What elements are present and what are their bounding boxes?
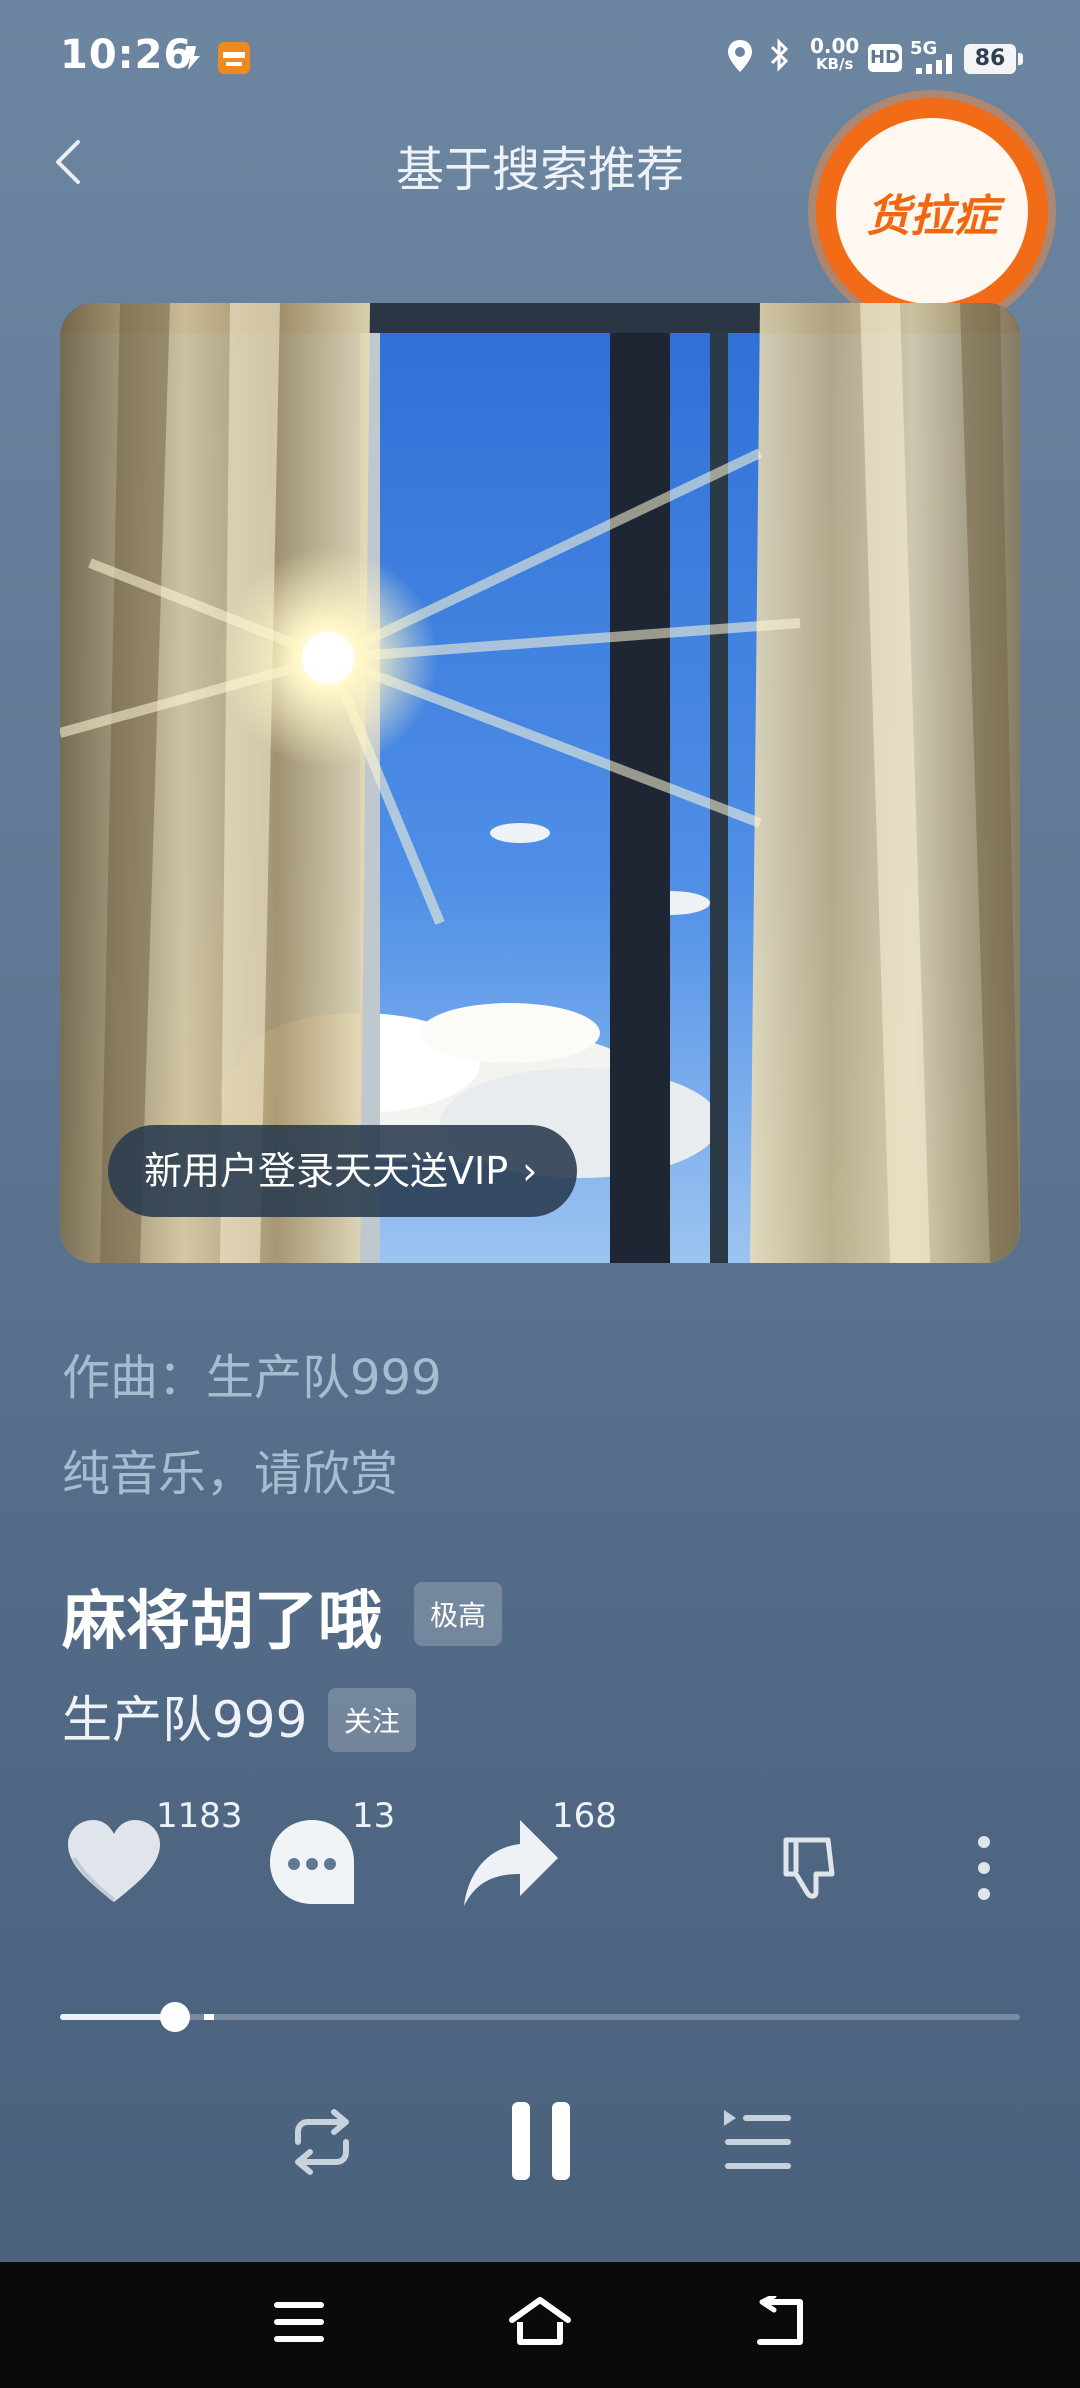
repeat-icon[interactable] [286, 2108, 358, 2176]
comment-icon[interactable] [268, 1818, 356, 1906]
vip-promo-banner[interactable]: 新用户登录天天送VIP › [108, 1125, 578, 1217]
song-title: 麻将胡了哦 [62, 1585, 382, 1659]
location-icon [728, 40, 752, 72]
vip-promo-text: 新用户登录天天送VIP [144, 1149, 509, 1193]
follow-button[interactable]: 关注 [328, 1688, 417, 1752]
share-icon[interactable] [462, 1818, 560, 1908]
progress-handle[interactable] [160, 2002, 191, 2032]
share-count: 168 [552, 1796, 617, 1836]
battery-indicator: 86 [964, 44, 1023, 74]
lyric-line-1[interactable]: 作曲：生产队999 [62, 1338, 442, 1408]
more-icon[interactable] [974, 1834, 994, 1902]
menu-icon[interactable] [274, 2300, 324, 2344]
status-time: 10:26 [60, 32, 193, 78]
playlist-icon[interactable] [720, 2108, 792, 2172]
playback-progress-bar[interactable] [60, 2002, 1020, 2032]
like-count: 1183 [156, 1796, 243, 1836]
notification-icon [184, 46, 200, 70]
quality-tag[interactable]: 极高 [414, 1582, 503, 1646]
home-icon[interactable] [508, 2296, 572, 2346]
comment-count: 13 [352, 1796, 396, 1836]
hd-badge: HD [868, 44, 902, 72]
album-cover[interactable]: 新用户登录天天送VIP › [60, 303, 1020, 1263]
floating-ad-text: 货拉症 [866, 191, 998, 242]
signal-icon [916, 54, 952, 74]
lyric-line-2[interactable]: 纯音乐，请欣赏 [62, 1434, 398, 1504]
net-speed-unit: KB/s [815, 55, 854, 73]
system-navigation-bar [0, 2262, 1080, 2388]
pause-icon[interactable] [508, 2100, 574, 2182]
heart-icon[interactable] [66, 1818, 162, 1904]
dislike-icon[interactable] [782, 1836, 850, 1900]
return-icon[interactable] [752, 2296, 808, 2348]
progress-buffer-marker [204, 2014, 214, 2020]
album-artwork [60, 303, 1020, 1263]
progress-played [60, 2014, 176, 2020]
floating-ad-inner: 货拉症 [836, 118, 1028, 304]
chevron-right-icon: › [522, 1149, 538, 1193]
app-notification-icon [218, 42, 250, 74]
floating-ad-badge[interactable]: 货拉症 [816, 98, 1048, 324]
bluetooth-icon [770, 38, 789, 72]
artist-name[interactable]: 生产队999 [62, 1680, 307, 1752]
net-speed: 0.00 KB/s [810, 36, 859, 72]
